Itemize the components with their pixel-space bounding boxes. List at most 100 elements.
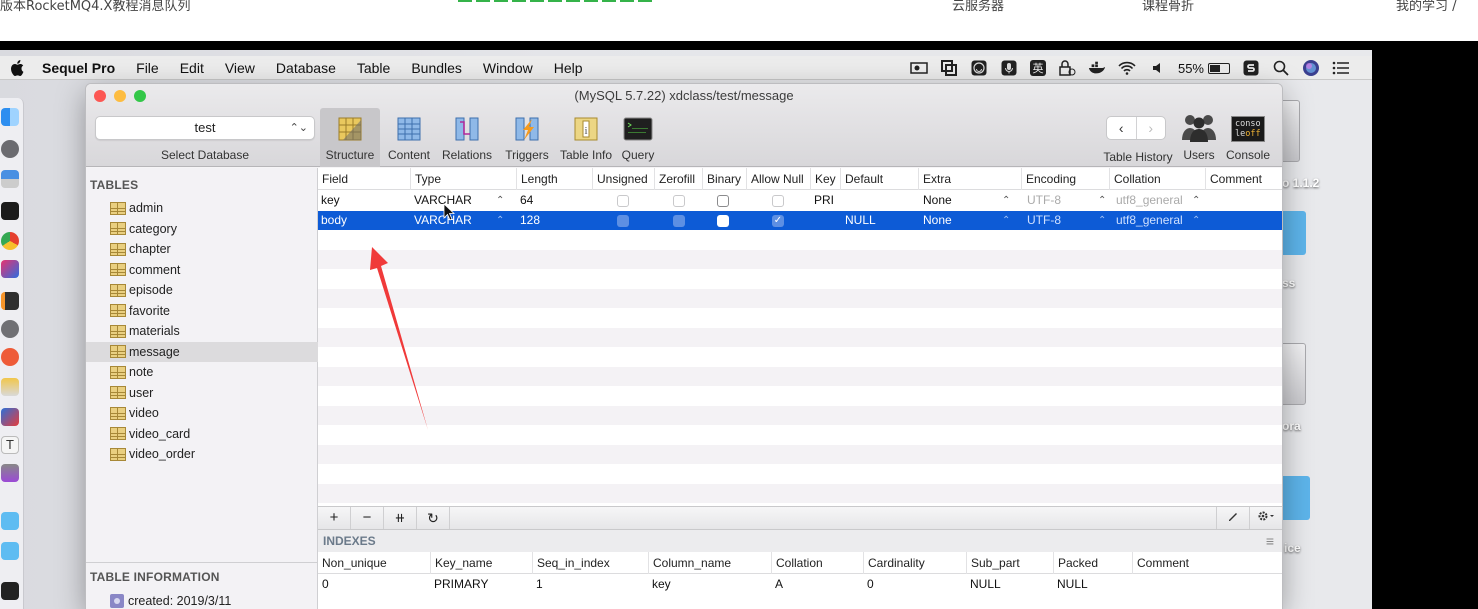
- keynote-icon[interactable]: [1, 170, 19, 188]
- sublime-icon[interactable]: [1, 292, 19, 310]
- sidebar-table-video-card[interactable]: video_card: [86, 424, 318, 445]
- course-title-text[interactable]: 版本RocketMQ4.X教程消息队列: [0, 0, 190, 14]
- indexes-table-row[interactable]: 0 PRIMARY 1 key A 0 NULL NULL: [318, 574, 1282, 594]
- menu-app-name[interactable]: Sequel Pro: [42, 60, 115, 76]
- toolbar-query[interactable]: Query: [618, 108, 658, 167]
- toolbar-triggers[interactable]: Triggers: [500, 108, 554, 167]
- index-column-header-collation[interactable]: Collation: [771, 552, 863, 574]
- checkbox-binary[interactable]: [717, 195, 729, 207]
- toolbar-relations[interactable]: Relations: [438, 108, 496, 167]
- index-column-header-column-name[interactable]: Column_name: [648, 552, 771, 574]
- column-header-encoding[interactable]: Encoding: [1021, 168, 1109, 190]
- chevron-updown-icon[interactable]: ⌃: [1098, 211, 1106, 231]
- index-column-header-packed[interactable]: Packed: [1053, 552, 1132, 574]
- screen-stack-icon[interactable]: [1, 582, 19, 600]
- column-header-length[interactable]: Length: [516, 168, 592, 190]
- edit-pencil-icon[interactable]: [1216, 507, 1249, 529]
- column-header-key[interactable]: Key: [810, 168, 840, 190]
- field-row-key[interactable]: key VARCHAR ⌃ 64 PRI None ⌃ UTF-8 ⌃ utf8_general ⌃: [318, 191, 1282, 211]
- database-select[interactable]: test ⌃⌄: [95, 116, 315, 140]
- emoji-icon[interactable]: [970, 60, 988, 76]
- battery-indicator[interactable]: 55%: [1178, 61, 1230, 76]
- docker-icon[interactable]: [1088, 60, 1106, 76]
- wifi-icon[interactable]: [1118, 60, 1136, 76]
- field-name-cell[interactable]: key: [318, 191, 340, 211]
- system-preferences-icon[interactable]: [1, 320, 19, 338]
- finder-icon[interactable]: [1, 108, 19, 126]
- folder-icon[interactable]: [1280, 476, 1310, 520]
- sidebar-table-video[interactable]: video: [86, 403, 318, 424]
- menu-window[interactable]: Window: [483, 60, 533, 76]
- column-header-comment[interactable]: Comment: [1205, 168, 1282, 190]
- sidebar-table-message[interactable]: message: [86, 341, 318, 362]
- chevron-updown-icon[interactable]: ⌃: [496, 211, 504, 231]
- field-comment-cell[interactable]: [1208, 211, 1211, 231]
- field-comment-cell[interactable]: [1208, 191, 1211, 211]
- field-encoding-cell[interactable]: UTF-8: [1024, 191, 1061, 211]
- hamburger-menu-icon[interactable]: ≡: [1266, 530, 1274, 552]
- chevron-updown-icon[interactable]: ⌃: [1002, 191, 1010, 211]
- sidebar-table-category[interactable]: category: [86, 219, 318, 240]
- column-header-extra[interactable]: Extra: [918, 168, 1021, 190]
- field-default-cell[interactable]: NULL: [842, 211, 876, 231]
- add-field-button[interactable]: +: [318, 507, 351, 529]
- volume-icon[interactable]: [1148, 60, 1166, 76]
- sogou-input-icon[interactable]: [1242, 60, 1260, 76]
- launchpad-icon[interactable]: [1, 140, 19, 158]
- input-method-icon[interactable]: 英: [1029, 60, 1046, 76]
- chevron-updown-icon[interactable]: ⌃: [1192, 191, 1200, 211]
- chevron-updown-icon[interactable]: ⌃: [1002, 211, 1010, 231]
- chevron-updown-icon[interactable]: ⌃: [496, 191, 504, 211]
- index-column-header-seq-in-index[interactable]: Seq_in_index: [532, 552, 648, 574]
- menu-help[interactable]: Help: [554, 60, 583, 76]
- nav-link-my-learning[interactable]: 我的学习 /: [1396, 0, 1457, 14]
- teamviewer-icon[interactable]: [1, 408, 19, 426]
- column-header-default[interactable]: Default: [840, 168, 918, 190]
- sidebar-table-admin[interactable]: admin: [86, 198, 318, 219]
- toolbar-content[interactable]: Content: [384, 108, 434, 167]
- sidebar-table-episode[interactable]: episode: [86, 280, 318, 301]
- toolbar-table-info[interactable]: i Table Info: [556, 108, 616, 167]
- downloads-folder-icon[interactable]: [1, 512, 19, 530]
- menu-bundles[interactable]: Bundles: [411, 60, 462, 76]
- index-column-header-non-unique[interactable]: Non_unique: [318, 552, 430, 574]
- sidebar-table-comment[interactable]: comment: [86, 260, 318, 281]
- sidebar-table-user[interactable]: user: [86, 383, 318, 404]
- screenshot-icon[interactable]: [940, 60, 958, 76]
- field-type-cell[interactable]: VARCHAR: [411, 211, 472, 231]
- screen-record-icon[interactable]: [910, 60, 928, 76]
- toolbar-structure[interactable]: Structure: [320, 108, 380, 167]
- checkbox-zerofill[interactable]: [673, 195, 685, 207]
- field-length-cell[interactable]: 64: [517, 191, 533, 211]
- sidebar-table-favorite[interactable]: favorite: [86, 301, 318, 322]
- postman-icon[interactable]: [1, 348, 19, 366]
- microphone-icon[interactable]: [1000, 60, 1018, 76]
- notification-center-icon[interactable]: [1332, 60, 1350, 76]
- checkbox-zerofill[interactable]: [673, 214, 685, 227]
- field-extra-cell[interactable]: None: [920, 191, 952, 211]
- intellij-icon[interactable]: [1, 260, 19, 278]
- chrome-icon[interactable]: [1, 232, 19, 250]
- sidebar-table-video-order[interactable]: video_order: [86, 444, 318, 465]
- field-encoding-cell[interactable]: UTF-8: [1024, 211, 1061, 231]
- sidebar-table-materials[interactable]: materials: [86, 321, 318, 342]
- column-header-field[interactable]: Field: [318, 168, 410, 190]
- checkbox-binary[interactable]: [717, 214, 729, 227]
- field-key-cell[interactable]: PRI: [811, 191, 834, 211]
- toolbar-users[interactable]: Users: [1180, 108, 1218, 167]
- duplicate-field-button[interactable]: ⧺: [384, 507, 417, 529]
- chevron-updown-icon[interactable]: ⌃: [1192, 211, 1200, 231]
- menu-file[interactable]: File: [136, 60, 159, 76]
- nav-link-cloud-server[interactable]: 云服务器: [952, 0, 1004, 14]
- field-collation-cell[interactable]: utf8_general: [1113, 211, 1183, 231]
- typora-icon[interactable]: T: [1, 436, 19, 454]
- checkbox-allow-null[interactable]: ✓: [772, 214, 784, 227]
- column-header-zerofill[interactable]: Zerofill: [654, 168, 702, 190]
- field-default-cell[interactable]: [842, 191, 845, 211]
- menu-database[interactable]: Database: [276, 60, 336, 76]
- checkbox-allow-null[interactable]: [772, 195, 784, 207]
- field-length-cell[interactable]: 128: [517, 211, 540, 231]
- index-column-header-comment[interactable]: Comment: [1132, 552, 1282, 574]
- toolbar-console[interactable]: conso leoff Console: [1222, 108, 1274, 167]
- sequel-pro-icon[interactable]: [1, 378, 19, 396]
